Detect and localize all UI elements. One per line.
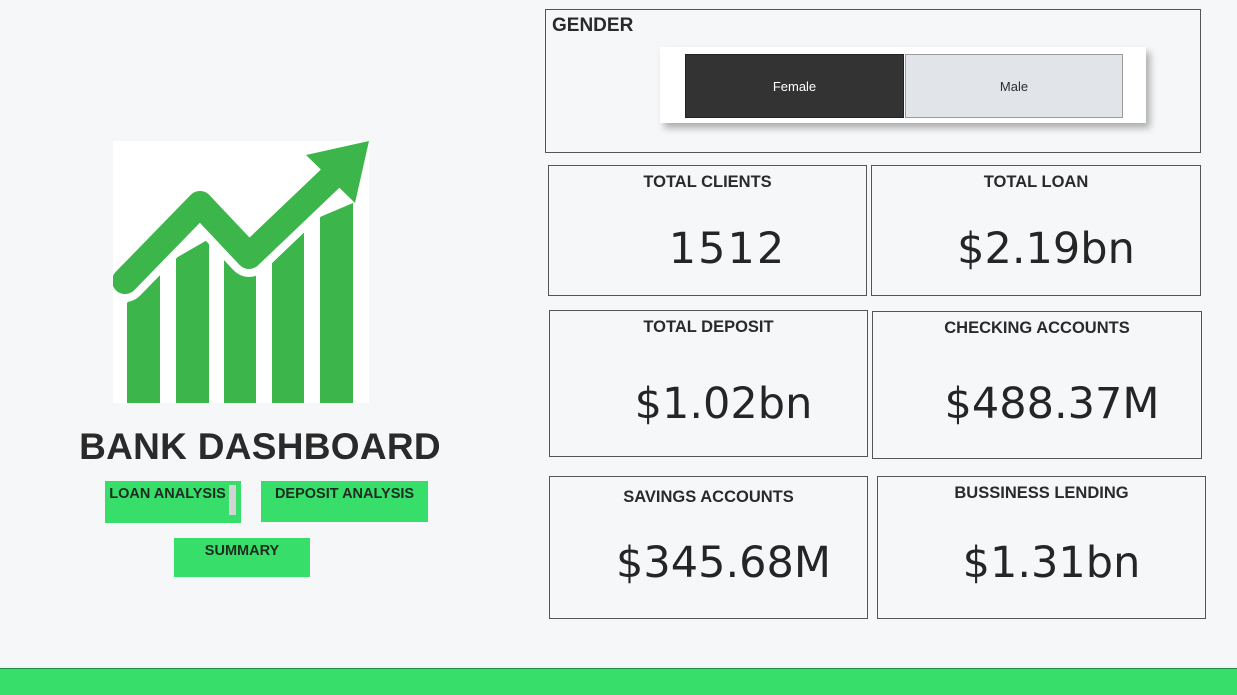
total-loan-card: TOTAL LOAN $2.19bn	[871, 165, 1201, 296]
business-lending-card: BUSSINESS LENDING $1.31bn	[877, 476, 1206, 619]
gender-option-female[interactable]: Female	[685, 54, 904, 118]
savings-accounts-card: SAVINGS ACCOUNTS $345.68M	[549, 476, 868, 619]
checking-accounts-card: CHECKING ACCOUNTS $488.37M	[872, 311, 1202, 459]
savings-accounts-label: SAVINGS ACCOUNTS	[623, 488, 794, 506]
total-clients-label: TOTAL CLIENTS	[643, 173, 772, 191]
loan-analysis-label: LOAN ANALYSIS	[109, 486, 226, 502]
deposit-analysis-button[interactable]: DEPOSIT ANALYSIS	[261, 481, 428, 522]
checking-accounts-value: $488.37M	[944, 379, 1160, 429]
summary-button[interactable]: SUMMARY	[174, 538, 310, 577]
growth-chart-logo-icon	[113, 141, 369, 403]
total-deposit-value: $1.02bn	[634, 379, 813, 429]
business-lending-value: $1.31bn	[962, 538, 1141, 588]
savings-accounts-value: $345.68M	[616, 538, 831, 588]
total-clients-value: 1512	[668, 224, 787, 274]
total-deposit-card: TOTAL DEPOSIT $1.02bn	[549, 310, 868, 457]
gender-slicer: Female Male	[660, 47, 1146, 123]
gender-option-male[interactable]: Male	[905, 54, 1123, 118]
footer-bar	[0, 668, 1237, 695]
total-deposit-label: TOTAL DEPOSIT	[643, 318, 774, 336]
gender-slicer-panel: GENDER Female Male	[545, 9, 1201, 153]
total-clients-card: TOTAL CLIENTS 1512	[548, 165, 867, 296]
dashboard-title: BANK DASHBOARD	[79, 426, 441, 467]
business-lending-label: BUSSINESS LENDING	[954, 484, 1129, 502]
total-loan-label: TOTAL LOAN	[983, 173, 1089, 191]
gender-slicer-title: GENDER	[552, 15, 634, 36]
checking-accounts-label: CHECKING ACCOUNTS	[944, 319, 1130, 337]
scrollbar[interactable]	[229, 485, 236, 515]
total-loan-value: $2.19bn	[957, 224, 1135, 274]
loan-analysis-button[interactable]: LOAN ANALYSIS	[105, 481, 241, 523]
